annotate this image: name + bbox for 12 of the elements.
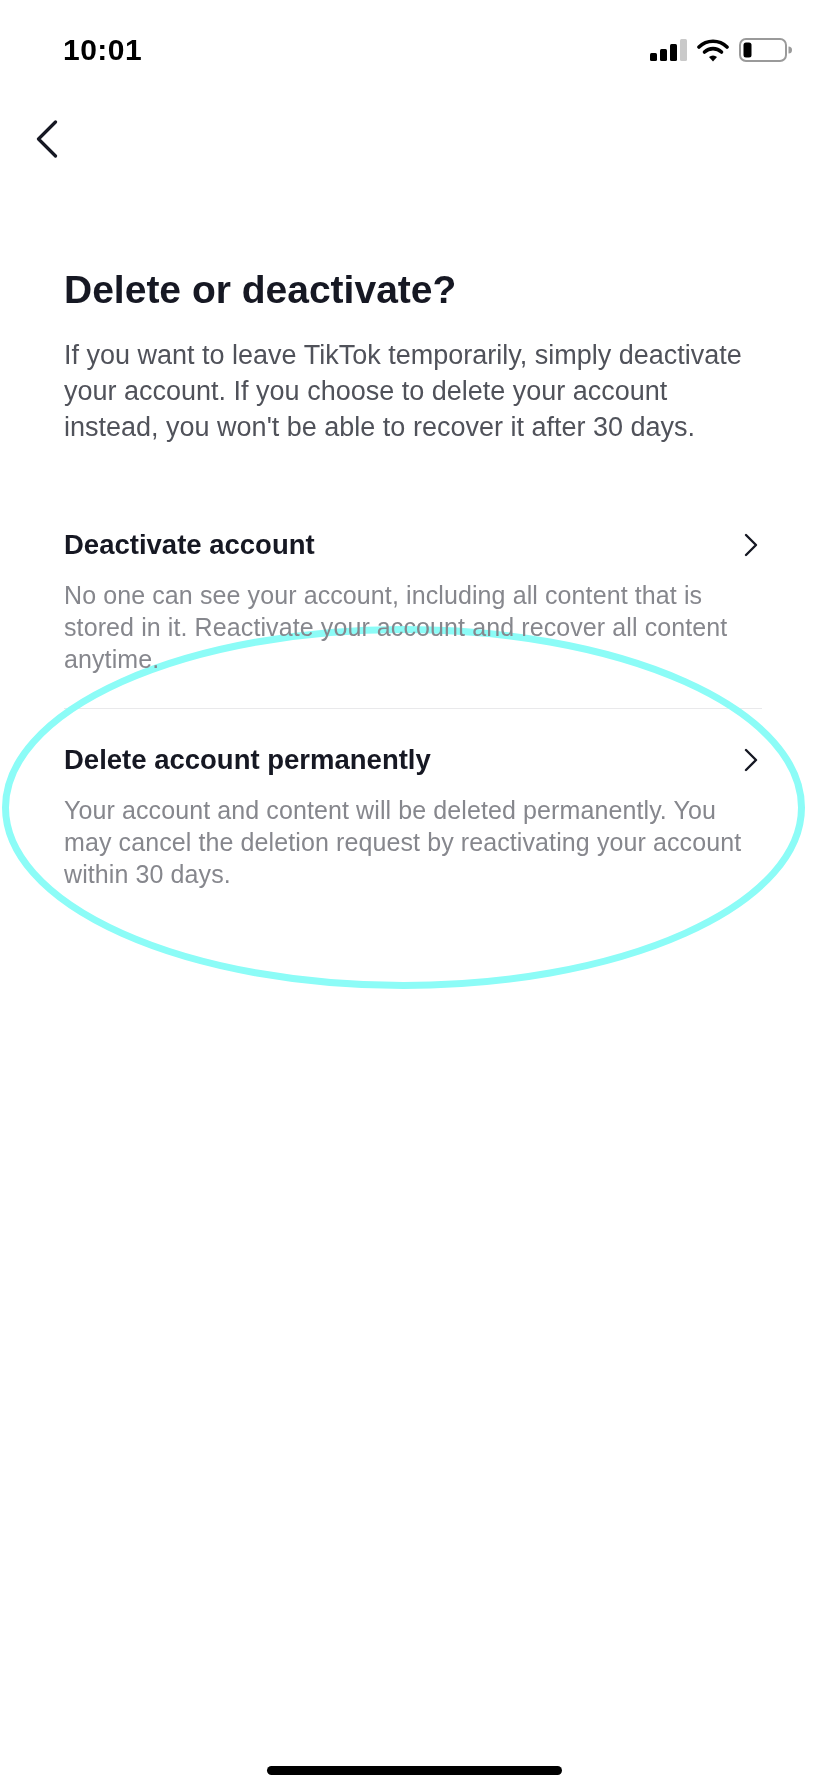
option-title[interactable]: Deactivate account xyxy=(64,528,315,562)
battery-icon xyxy=(739,38,792,62)
chevron-right-icon[interactable] xyxy=(744,533,758,557)
chevron-left-icon xyxy=(36,120,58,158)
wifi-icon xyxy=(697,38,729,62)
intro-text: If you want to leave TikTok temporarily, simply deactivate your account. If you choose to delete your account instead, you won't be able to recover it after 30 days. xyxy=(64,339,743,444)
chevron-right-icon[interactable] xyxy=(744,748,758,772)
page-title: Delete or deactivate? xyxy=(64,267,458,313)
status-time: 10:01 xyxy=(63,33,143,67)
option-title[interactable]: Delete account permanently xyxy=(64,743,431,777)
signal-icon xyxy=(650,39,687,61)
option-description: Your account and content will be deleted permanently. You may cancel the deletion request by reactivating your account within 30 days. xyxy=(64,795,743,890)
